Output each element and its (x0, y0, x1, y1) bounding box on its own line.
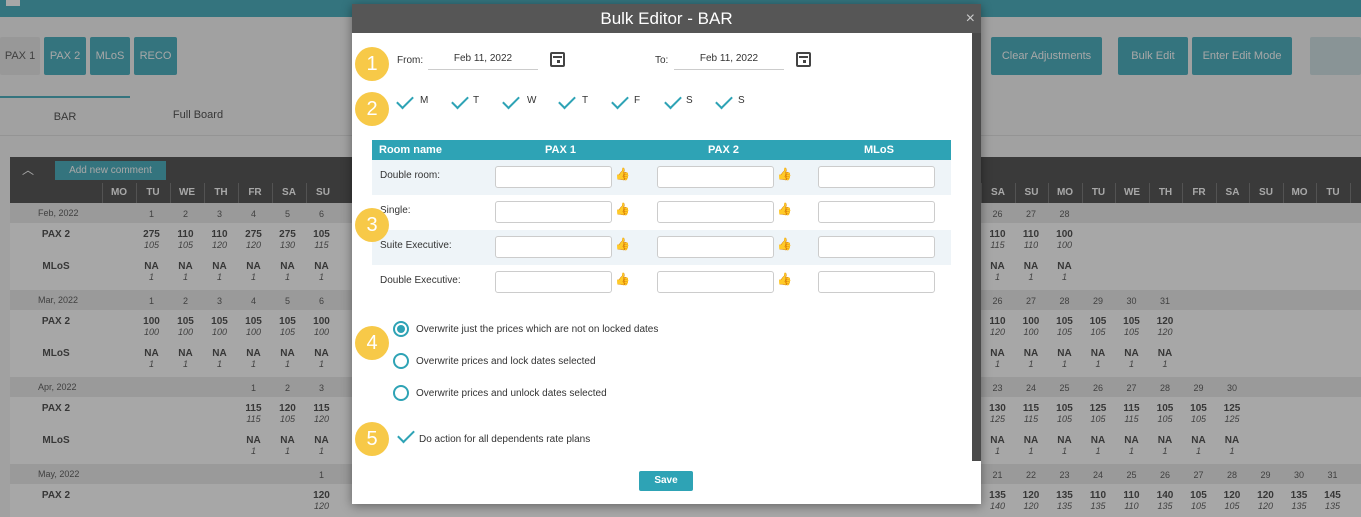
room-row: Single: 👍 👍 (372, 195, 951, 230)
col-mlos: MLoS (864, 144, 894, 156)
step-1-badge: 1 (355, 47, 389, 81)
room-row: Double room: 👍 👍 (372, 160, 951, 195)
option-label: Overwrite prices and lock dates selected (416, 356, 596, 367)
day-label: S (738, 95, 745, 106)
mlos-input[interactable] (818, 201, 935, 223)
thumbs-up-icon[interactable]: 👍 (615, 203, 630, 215)
room-row: Double Executive: 👍 👍 (372, 265, 951, 300)
room-table-header: Room name PAX 1 PAX 2 MLoS (372, 140, 951, 160)
pax1-input[interactable] (495, 166, 612, 188)
save-button[interactable]: Save (639, 471, 693, 491)
pax1-input[interactable] (495, 271, 612, 293)
col-pax1: PAX 1 (545, 144, 576, 156)
option-label: Overwrite prices and unlock dates select… (416, 388, 607, 399)
from-calendar-icon[interactable] (550, 52, 565, 67)
radio-overwrite-unlocked[interactable] (393, 321, 409, 337)
pax2-input[interactable] (657, 166, 774, 188)
thumbs-up-icon[interactable]: 👍 (615, 168, 630, 180)
close-icon[interactable]: × (966, 4, 975, 33)
room-name: Double Executive: (380, 275, 461, 286)
day-label: T (582, 95, 589, 106)
pax1-input[interactable] (495, 201, 612, 223)
col-pax2: PAX 2 (708, 144, 739, 156)
thumbs-up-icon[interactable]: 👍 (615, 273, 630, 285)
pax2-input[interactable] (657, 236, 774, 258)
col-room-name: Room name (379, 144, 442, 156)
room-row: Suite Executive: 👍 👍 (372, 230, 951, 265)
pax2-input[interactable] (657, 201, 774, 223)
dependents-label: Do action for all dependents rate plans (419, 434, 591, 445)
radio-overwrite-lock[interactable] (393, 353, 409, 369)
to-date-input[interactable]: Feb 11, 2022 (674, 48, 784, 70)
room-name: Double room: (380, 170, 441, 181)
modal-header: Bulk Editor - BAR × (352, 4, 981, 33)
to-label: To: (655, 55, 669, 66)
day-label: S (686, 95, 693, 106)
day-label: F (634, 95, 641, 106)
radio-overwrite-unlock[interactable] (393, 385, 409, 401)
step-5-badge: 5 (355, 422, 389, 456)
to-calendar-icon[interactable] (796, 52, 811, 67)
room-name: Suite Executive: (380, 240, 452, 251)
mlos-input[interactable] (818, 166, 935, 188)
step-4-badge: 4 (355, 326, 389, 360)
from-label: From: (397, 55, 424, 66)
modal-title: Bulk Editor - BAR (600, 9, 733, 28)
step-3-badge: 3 (355, 208, 389, 242)
pax1-input[interactable] (495, 236, 612, 258)
thumbs-up-icon[interactable]: 👍 (777, 273, 792, 285)
mlos-input[interactable] (818, 236, 935, 258)
option-label: Overwrite just the prices which are not … (416, 324, 659, 335)
thumbs-up-icon[interactable]: 👍 (777, 238, 792, 250)
pax2-input[interactable] (657, 271, 774, 293)
step-2-badge: 2 (355, 92, 389, 126)
day-label: M (420, 95, 429, 106)
from-date-input[interactable]: Feb 11, 2022 (428, 48, 538, 70)
thumbs-up-icon[interactable]: 👍 (615, 238, 630, 250)
thumbs-up-icon[interactable]: 👍 (777, 168, 792, 180)
day-label: W (527, 95, 537, 106)
day-label: T (473, 95, 480, 106)
modal-scrollbar[interactable] (972, 33, 981, 461)
mlos-input[interactable] (818, 271, 935, 293)
thumbs-up-icon[interactable]: 👍 (777, 203, 792, 215)
